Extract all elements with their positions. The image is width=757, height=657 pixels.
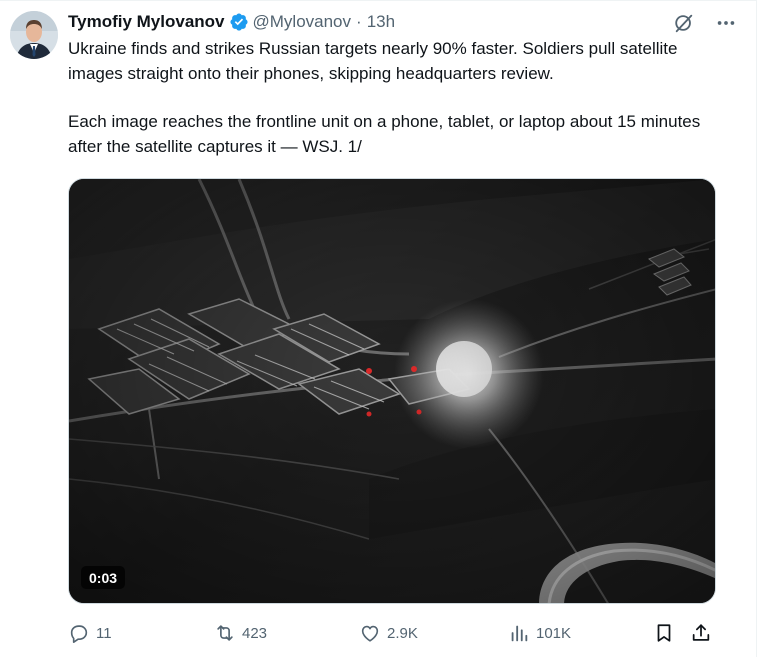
bookmark-button[interactable] [653,620,675,646]
video-duration-badge: 0:03 [81,566,126,589]
header-actions [670,9,740,37]
reply-count: 11 [96,624,112,642]
like-count: 2.9K [387,624,418,642]
tweet[interactable]: Tymofiy Mylovanov @Mylovanov · 13h Ukrai… [0,0,757,657]
tweet-text-paragraph: Ukraine finds and strikes Russian target… [68,39,678,83]
tweet-text-paragraph: Each image reaches the frontline unit on… [68,112,701,156]
heart-icon [361,625,379,642]
repost-button[interactable]: 423 [214,620,267,646]
video-player[interactable]: 0:03 [68,178,716,604]
avatar[interactable] [10,11,58,59]
share-button[interactable] [690,620,712,646]
timestamp[interactable]: 13h [367,11,395,33]
author-display-name[interactable]: Tymofiy Mylovanov [68,11,225,33]
like-button[interactable]: 2.9K [359,620,418,646]
share-icon [692,624,710,641]
tweet-action-bar: 11 423 2.9K 101K [68,620,716,646]
tweet-text: Ukraine finds and strikes Russian target… [68,37,728,159]
satellite-thermal-video-frame [69,179,715,603]
views-button[interactable]: 101K [508,620,571,646]
view-count: 101K [536,624,572,642]
reply-button[interactable]: 11 [68,620,112,646]
separator: · [356,12,362,31]
views-chart-icon [511,625,528,642]
divider [0,0,757,1]
bookmark-icon [657,624,671,642]
repost-count: 423 [242,624,268,642]
repost-icon [217,625,233,641]
reply-icon [70,625,88,643]
grok-icon[interactable] [670,9,698,37]
avatar-photo [10,11,58,59]
verified-badge-icon[interactable] [229,12,249,32]
tweet-header: Tymofiy Mylovanov @Mylovanov · 13h [68,11,395,33]
more-icon[interactable] [712,9,740,37]
author-handle[interactable]: @Mylovanov [253,11,352,33]
